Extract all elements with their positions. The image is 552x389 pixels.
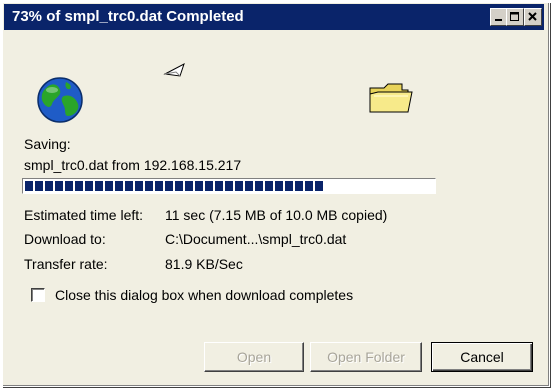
transfer-rate-value: 81.9 KB/Sec [165,256,243,272]
estimated-time-value: 11 sec (7.15 MB of 10.0 MB copied) [165,207,388,223]
download-to-label: Download to: [24,231,106,247]
minimize-icon [495,19,502,21]
transfer-rate-label: Transfer rate: [24,256,108,272]
close-on-complete-label[interactable]: Close this dialog box when download comp… [55,287,353,303]
open-button[interactable]: Open [204,342,304,372]
progress-bar [22,178,436,194]
folder-icon [369,83,413,113]
cancel-button[interactable]: Cancel [431,342,533,372]
flying-paper-icon [163,62,185,77]
maximize-icon [510,12,519,21]
open-folder-button[interactable]: Open Folder [310,342,422,372]
globe-icon [37,77,83,123]
estimated-time-label: Estimated time left: [24,207,144,223]
close-button[interactable] [524,8,542,26]
window-title: 73% of smpl_trc0.dat Completed [12,8,244,25]
download-to-value: C:\Document...\smpl_trc0.dat [165,231,347,247]
close-on-complete-checkbox[interactable] [31,288,45,302]
title-bar[interactable]: 73% of smpl_trc0.dat Completed [4,4,544,30]
download-dialog [2,2,550,387]
file-source-text: smpl_trc0.dat from 192.168.15.217 [24,157,242,173]
close-icon [528,12,537,21]
progress-fill [25,181,323,191]
saving-label: Saving: [24,136,71,152]
maximize-button[interactable] [506,8,524,26]
